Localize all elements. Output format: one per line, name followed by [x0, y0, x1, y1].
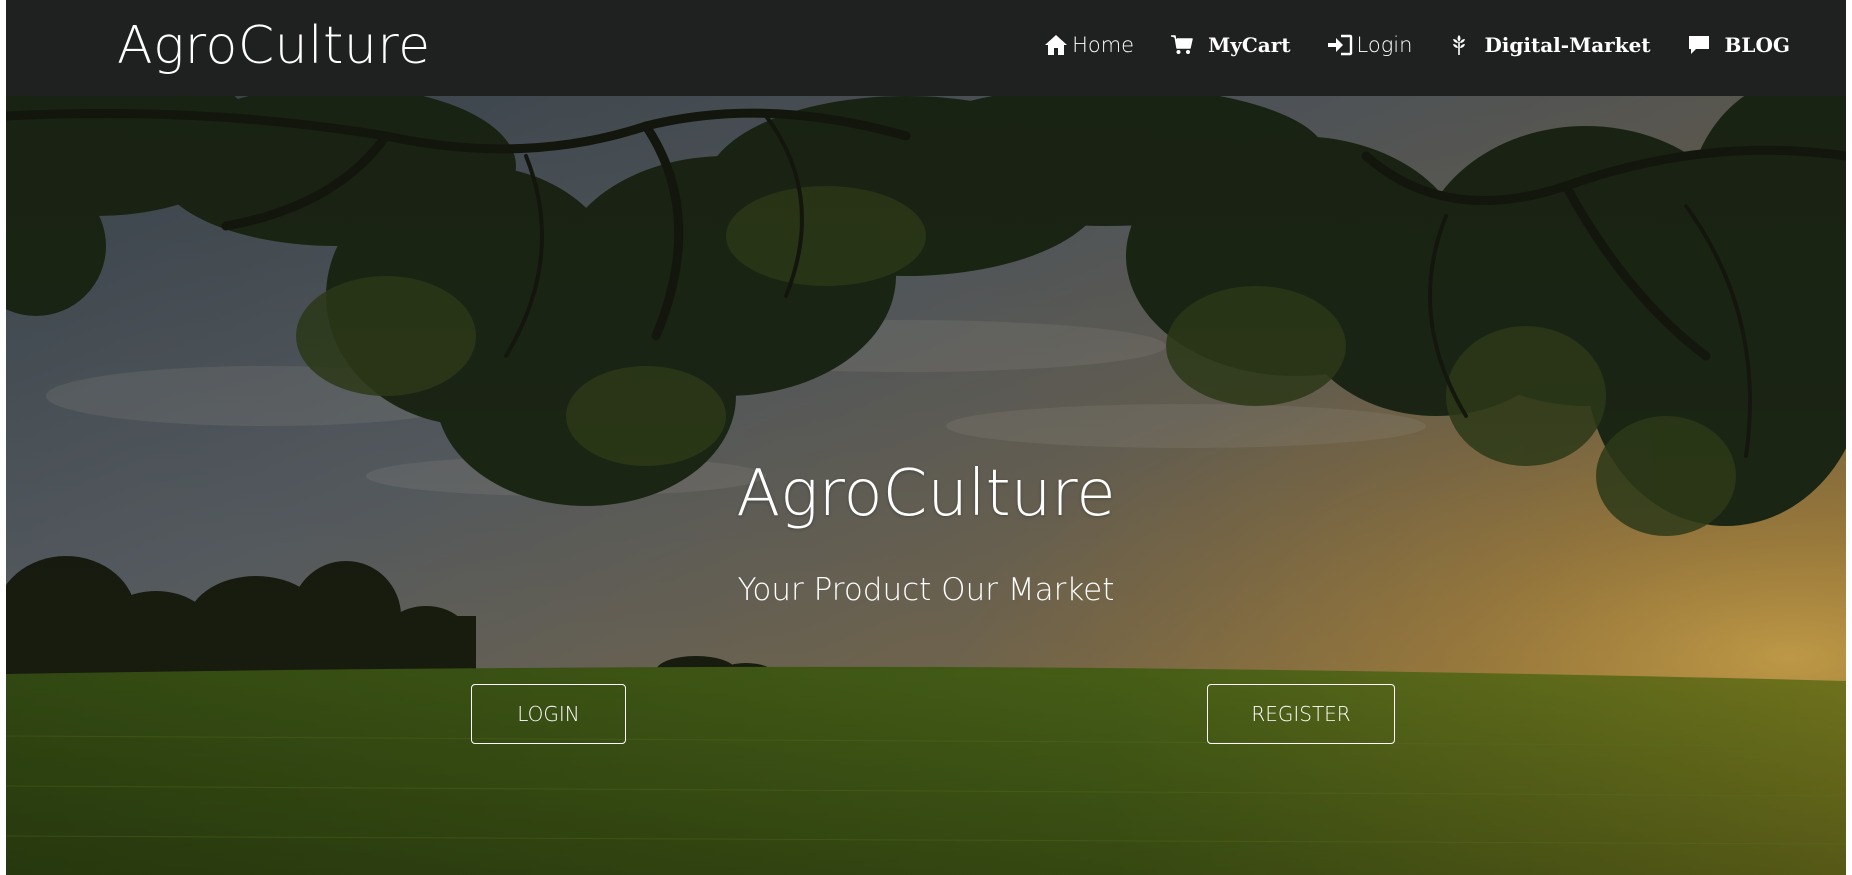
- brand-logo[interactable]: AgroCulture: [117, 8, 431, 84]
- window-scrollbar-edge: [1846, 96, 1852, 875]
- hero-title: AgroCulture: [736, 457, 1116, 531]
- nav-item-digital-market[interactable]: Digital-Market: [1448, 24, 1651, 66]
- comment-icon: [1687, 34, 1711, 56]
- login-button[interactable]: LOGIN: [471, 684, 626, 744]
- grain-icon: [1448, 33, 1470, 57]
- home-icon: [1044, 34, 1068, 56]
- top-navbar: AgroCulture Home MyCart Login Digital-Ma…: [6, 0, 1846, 96]
- main-nav: Home MyCart Login Digital-Market BLOG: [1008, 24, 1790, 66]
- nav-item-login[interactable]: Login: [1327, 24, 1413, 66]
- login-icon: [1327, 34, 1353, 56]
- nav-label-login: Login: [1356, 33, 1413, 57]
- hero-subtitle: Your Product Our Market: [737, 572, 1115, 608]
- nav-label-digital-market: Digital-Market: [1484, 33, 1651, 57]
- nav-item-home[interactable]: Home: [1044, 24, 1134, 66]
- nav-label-blog: BLOG: [1724, 33, 1790, 57]
- register-button[interactable]: REGISTER: [1207, 684, 1395, 744]
- nav-item-mycart[interactable]: MyCart: [1170, 24, 1291, 66]
- hero-section: AgroCulture Your Product Our Market LOGI…: [6, 96, 1846, 875]
- nav-label-mycart: MyCart: [1208, 33, 1291, 57]
- nav-label-home: Home: [1072, 33, 1135, 57]
- nav-item-blog[interactable]: BLOG: [1687, 24, 1790, 66]
- cart-icon: [1170, 34, 1194, 56]
- page: AgroCulture Home MyCart Login Digital-Ma…: [6, 0, 1846, 875]
